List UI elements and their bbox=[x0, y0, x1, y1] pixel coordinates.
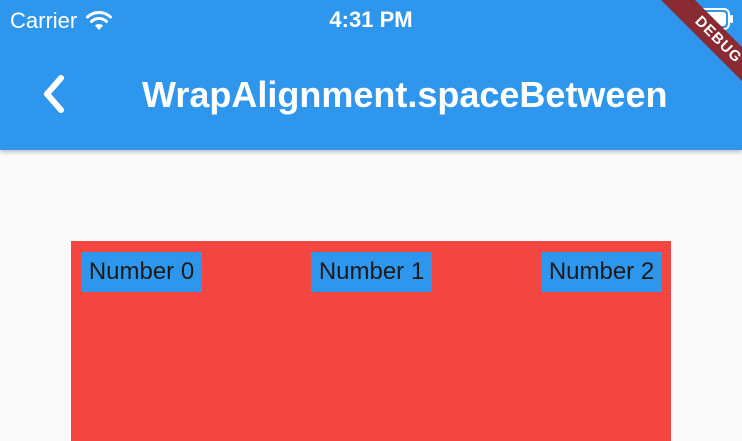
wrap-item: Number 2 bbox=[541, 252, 662, 292]
battery-icon bbox=[688, 8, 733, 30]
status-time: 4:31 PM bbox=[329, 7, 413, 32]
wrap-container: Number 0 Number 1 Number 2 bbox=[71, 241, 671, 441]
back-button[interactable] bbox=[28, 68, 80, 120]
app-bar: Carrier 4:31 PM WrapAlignment.spaceBetwe… bbox=[0, 0, 742, 150]
wrap-item: Number 1 bbox=[311, 252, 432, 292]
page-title: WrapAlignment.spaceBetween bbox=[142, 74, 668, 115]
chevron-left-icon bbox=[44, 75, 64, 113]
wrap-item: Number 0 bbox=[81, 252, 202, 292]
